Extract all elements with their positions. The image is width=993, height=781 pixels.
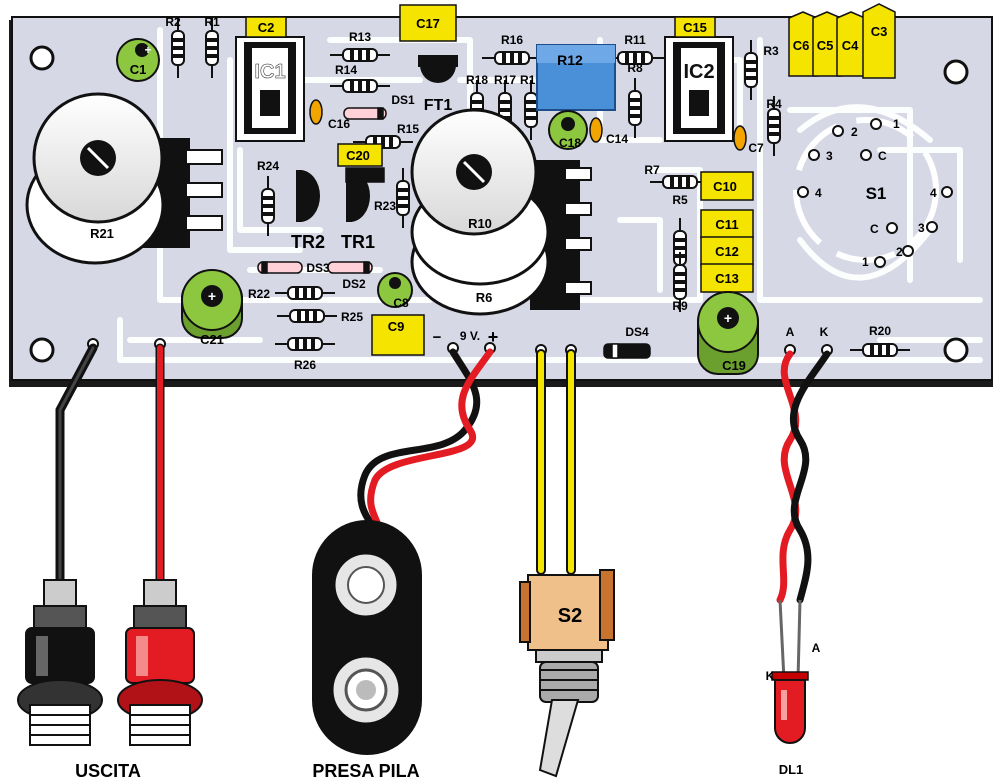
r10-label: R10 [468, 216, 492, 231]
s1-pin-2a: 2 [851, 125, 858, 139]
c21-label: C21 [200, 332, 224, 347]
led-label: DL1 [779, 762, 804, 777]
resistor-label-r18: R18 [466, 73, 488, 87]
ft1-label: FT1 [424, 97, 453, 114]
battery-minus: − [433, 329, 442, 346]
ic2-label: IC2 [683, 61, 714, 83]
battery-clip-label: PRESA PILA [312, 761, 419, 781]
electrolytic-c18: C18 [548, 110, 588, 150]
ds2-label: DS2 [342, 277, 366, 291]
resistor-label-r7: R7 [644, 163, 660, 177]
resistor-label-r25: R25 [341, 310, 363, 324]
trimmer-r12: R12 [536, 44, 616, 111]
led-cathode-label: K [766, 669, 775, 683]
s1-label: S1 [866, 184, 887, 203]
pcb-assembly-diagram: IC1 C2 IC2 C15 R2 R1R13R14R15R16 R11R18 R17… [9, 3, 993, 781]
c6-label: C6 [793, 38, 810, 53]
s1-pin-1a: 1 [893, 117, 900, 131]
s1-pin-cb: C [870, 222, 879, 236]
resistor-label-r8: R8 [627, 61, 643, 75]
c2-label: C2 [258, 20, 275, 35]
c5-label: C5 [817, 38, 834, 53]
output-label: USCITA [75, 761, 141, 781]
resistor-label-r22: R22 [248, 287, 270, 301]
led-twisted-wires [776, 350, 831, 604]
resistor-label-r3: R3 [763, 44, 779, 58]
c17-label: C17 [416, 16, 440, 31]
resistor-label-r26: R26 [294, 358, 316, 372]
c15-label: C15 [683, 20, 707, 35]
r6-label: R6 [476, 290, 493, 305]
s1-pin-ca: C [878, 149, 887, 163]
circuit-board: IC1 C2 IC2 C15 R2 R1R13R14R15R16 R11R18 R17… [9, 3, 993, 387]
resistor-label-r9: R9 [672, 299, 688, 313]
c11-label: C11 [715, 217, 738, 232]
c8-label: C8 [393, 296, 409, 310]
c3-label: C3 [871, 24, 888, 39]
s1-pin-3a: 3 [826, 149, 833, 163]
ds1-label: DS1 [391, 93, 415, 107]
battery-voltage: 9 V. [460, 329, 480, 343]
battery-plus: + [488, 327, 499, 347]
led-dl1: K A [766, 599, 821, 744]
resistor-label-r15: R15 [397, 122, 419, 136]
ds4-label: DS4 [625, 325, 649, 339]
c13-label: C13 [715, 271, 739, 286]
resistor-label-r17: R17 [494, 73, 516, 87]
c19-label: C19 [722, 358, 746, 373]
resistor-label-r24: R24 [257, 159, 279, 173]
tr1-label: TR1 [341, 232, 375, 252]
ic1-label: IC1 [254, 61, 285, 83]
s1-pin-4b: 4 [930, 186, 937, 200]
s1-pin-4a: 4 [815, 186, 822, 200]
c7-label: C7 [748, 141, 764, 155]
resistor-label-r2: R2 [165, 15, 181, 29]
resistor-label-r4: R4 [766, 97, 782, 111]
battery-clip [312, 520, 422, 755]
resistor-label-r11: R11 [624, 33, 646, 47]
c10-label: C10 [713, 179, 737, 194]
ds3-label: DS3 [306, 261, 330, 275]
c4-label: C4 [842, 38, 859, 53]
svg-text:+: + [144, 43, 151, 57]
resistor-label-r1: R1 [204, 15, 220, 29]
output-jack-red [117, 579, 203, 746]
s2-label: S2 [558, 605, 582, 627]
s1-pin-2b: 2 [896, 245, 903, 259]
svg-text:+: + [208, 288, 216, 304]
c9-label: C9 [388, 319, 405, 334]
svg-text:+: + [724, 310, 732, 326]
c1-label: C1 [130, 62, 147, 77]
resistor-label-r5: R5 [672, 193, 688, 207]
c12-label: C12 [715, 244, 739, 259]
led-anode-label: A [812, 641, 821, 655]
led-anode-pad: A [786, 325, 795, 339]
c20-label: C20 [346, 148, 370, 163]
led-cathode-pad: K [820, 325, 829, 339]
r12-label: R12 [557, 52, 583, 68]
c18-label: C18 [559, 136, 581, 150]
output-jack-black [17, 579, 103, 746]
c14-label: C14 [606, 132, 628, 146]
tr2-label: TR2 [291, 232, 325, 252]
resistor-label-r16: R16 [501, 33, 523, 47]
r21-label: R21 [90, 226, 114, 241]
s1-pin-1b: 1 [862, 255, 869, 269]
resistor-label-r13: R13 [349, 30, 371, 44]
electrolytic-c21: + C21 [181, 269, 243, 347]
resistor-label-r14: R14 [335, 63, 357, 77]
s1-pin-3b: 3 [918, 221, 925, 235]
toggle-switch-s2: S2 [519, 569, 615, 778]
electrolytic-c19: + C19 [697, 291, 759, 375]
resistor-label-r20: R20 [869, 324, 891, 338]
electrolytic-c1: + C1 [116, 38, 160, 82]
resistor-label-r23: R23 [374, 199, 396, 213]
